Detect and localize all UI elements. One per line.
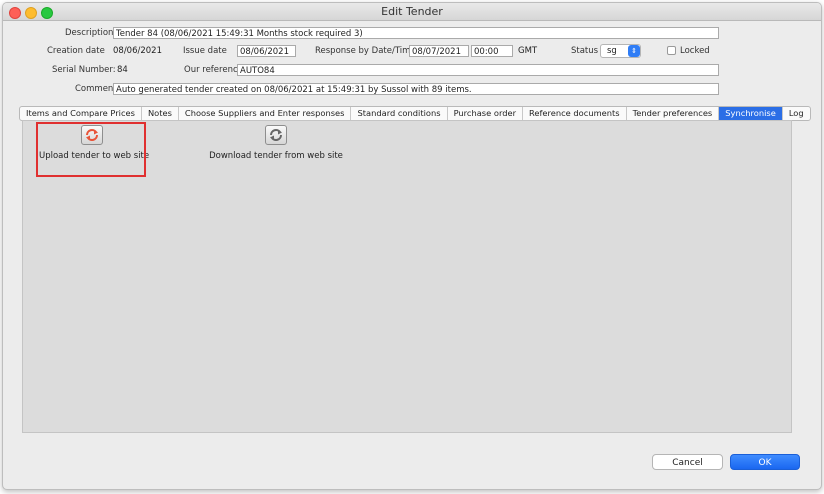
tab-notes[interactable]: Notes [142, 107, 179, 120]
comment-label: Comment [75, 84, 117, 94]
creation-date-label: Creation date [47, 46, 105, 56]
tab-bar: Items and Compare Prices Notes Choose Su… [19, 106, 811, 121]
serial-number-label: Serial Number: [52, 65, 116, 75]
sync-download-icon [265, 125, 287, 145]
download-tender-label: Download tender from web site [209, 151, 343, 161]
description-label: Description [65, 28, 114, 38]
response-date-field[interactable]: 08/07/2021 [409, 45, 469, 57]
cancel-button[interactable]: Cancel [652, 454, 723, 470]
tab-log[interactable]: Log [783, 107, 810, 120]
edit-tender-window: Edit Tender Description Tender 84 (08/06… [2, 2, 822, 490]
response-time-field[interactable]: 00:00 [471, 45, 513, 57]
issue-date-label: Issue date [183, 46, 227, 56]
ok-button[interactable]: OK [730, 454, 800, 470]
chevron-updown-icon: ⇕ [628, 45, 640, 57]
creation-date-value: 08/06/2021 [113, 46, 162, 56]
timezone-label: GMT [518, 46, 538, 56]
tab-reference-documents[interactable]: Reference documents [523, 107, 627, 120]
tab-synchronise[interactable]: Synchronise [719, 107, 783, 120]
issue-date-field[interactable]: 08/06/2021 [237, 45, 296, 57]
our-reference-label: Our reference [184, 65, 243, 75]
status-label: Status [571, 46, 599, 56]
tab-tender-preferences[interactable]: Tender preferences [627, 107, 720, 120]
status-select[interactable]: sg ⇕ [600, 44, 641, 58]
comment-field[interactable]: Auto generated tender created on 08/06/2… [113, 83, 719, 95]
status-value: sg [607, 46, 617, 56]
response-by-label: Response by Date/Time [315, 46, 416, 56]
title-bar: Edit Tender [3, 3, 821, 21]
tab-choose-suppliers[interactable]: Choose Suppliers and Enter responses [179, 107, 352, 120]
tab-items-compare-prices[interactable]: Items and Compare Prices [20, 107, 142, 120]
download-tender-button[interactable]: Download tender from web site [203, 125, 349, 161]
window-title: Edit Tender [381, 5, 443, 18]
serial-number-value: 84 [117, 65, 128, 75]
tab-purchase-order[interactable]: Purchase order [448, 107, 523, 120]
tab-standard-conditions[interactable]: Standard conditions [351, 107, 448, 120]
description-field[interactable]: Tender 84 (08/06/2021 15:49:31 Months st… [113, 27, 719, 39]
locked-checkbox[interactable] [667, 46, 676, 55]
our-reference-field[interactable]: AUTO84 [237, 64, 719, 76]
locked-label: Locked [680, 46, 710, 56]
highlight-box [36, 122, 146, 177]
